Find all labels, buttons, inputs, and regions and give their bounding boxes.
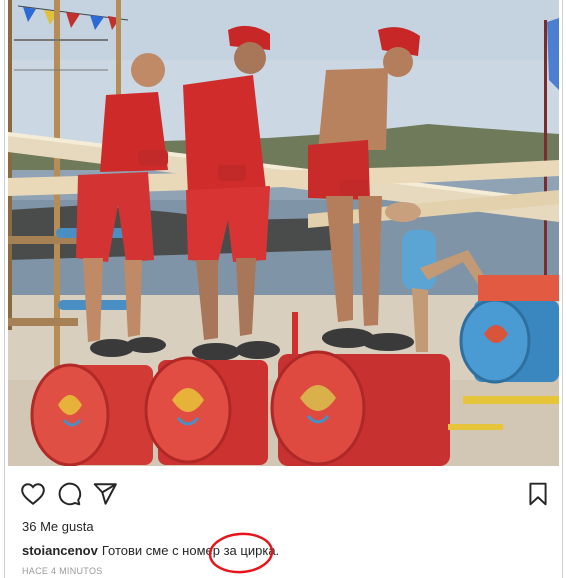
instagram-post: 36 Me gusta stoiancenov Готови сме с номе… bbox=[0, 0, 567, 578]
caption-text: Готови сме с номер за цирка. bbox=[101, 543, 280, 558]
post-action-bar bbox=[20, 481, 555, 507]
post-border-left bbox=[4, 0, 5, 578]
bookmark-icon[interactable] bbox=[525, 481, 551, 507]
likes-count[interactable]: 36 Me gusta bbox=[22, 519, 94, 534]
post-border-right bbox=[562, 0, 563, 578]
comment-bubble-icon[interactable] bbox=[56, 481, 82, 507]
post-caption: stoiancenov Готови сме с номер за цирка. bbox=[22, 543, 279, 558]
post-timestamp[interactable]: HACE 4 MINUTOS bbox=[22, 566, 103, 576]
post-photo[interactable] bbox=[8, 0, 559, 466]
paper-plane-icon[interactable] bbox=[92, 481, 118, 507]
heart-icon[interactable] bbox=[20, 481, 46, 507]
caption-username[interactable]: stoiancenov bbox=[22, 543, 98, 558]
